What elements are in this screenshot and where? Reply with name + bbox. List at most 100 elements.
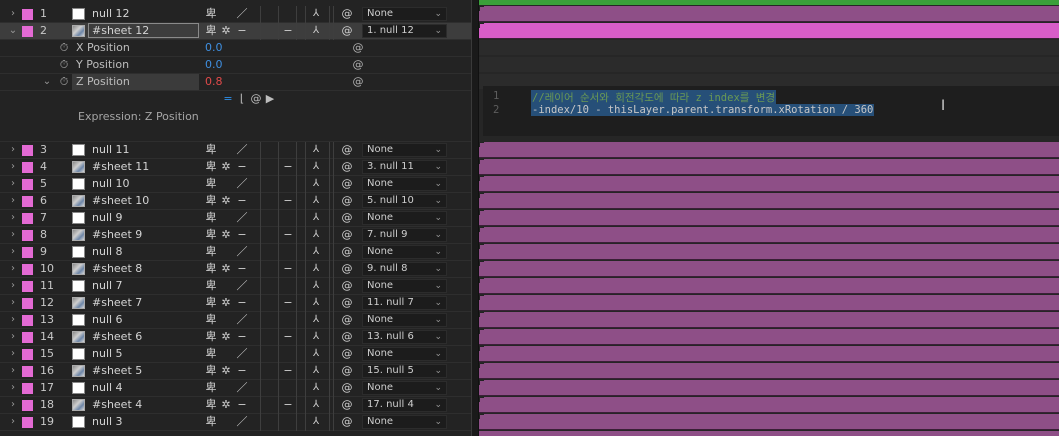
layer-duration-bar[interactable] — [479, 329, 1059, 345]
layer-name[interactable]: #sheet 4 — [92, 397, 202, 413]
parent-dropdown[interactable]: 1. null 12 ⌄ — [362, 24, 447, 38]
quality-switch-icon[interactable]: − — [235, 295, 249, 311]
parent-dropdown[interactable]: 17. null 4 ⌄ — [362, 398, 447, 412]
expression-enable-icon[interactable]: = — [222, 92, 234, 106]
hierarchy-icon[interactable]: ⅄ — [310, 363, 322, 379]
layer-row[interactable]: › 9 null 8 卑 ／ ⅄ @ None ⌄ — [0, 244, 471, 261]
layer-row[interactable]: › 3 null 11 卑 ／ ⅄ @ None ⌄ — [0, 142, 471, 159]
shy-switch-icon[interactable]: 卑 — [205, 380, 217, 396]
work-area-bar[interactable] — [479, 0, 1059, 5]
spiral-pickwhip-icon[interactable]: @ — [340, 23, 354, 39]
layer-duration-bar[interactable] — [479, 159, 1059, 175]
shy-switch-icon[interactable]: 卑 — [205, 397, 217, 413]
label-color-swatch[interactable] — [22, 315, 33, 326]
label-color-swatch[interactable] — [22, 162, 33, 173]
shy-switch-icon[interactable]: 卑 — [205, 210, 217, 226]
quality-switch-icon[interactable]: ／ — [235, 346, 249, 362]
chevron-right-icon[interactable]: › — [8, 397, 18, 413]
parent-dropdown[interactable]: None ⌄ — [362, 143, 447, 157]
label-color-swatch[interactable] — [22, 247, 33, 258]
spiral-pickwhip-icon[interactable]: @ — [340, 159, 354, 175]
spiral-pickwhip-icon[interactable]: @ — [352, 40, 364, 56]
parent-dropdown[interactable]: 11. null 7 ⌄ — [362, 296, 447, 310]
layer-name[interactable]: null 9 — [92, 210, 202, 226]
chevron-right-icon[interactable]: › — [8, 346, 18, 362]
label-color-swatch[interactable] — [22, 9, 33, 20]
property-value[interactable]: 0.0 — [205, 40, 245, 56]
label-color-swatch[interactable] — [22, 196, 33, 207]
layer-name[interactable]: #sheet 11 — [92, 159, 202, 175]
quality-switch-icon[interactable]: ／ — [235, 414, 249, 430]
hierarchy-icon[interactable]: ⅄ — [310, 346, 322, 362]
layer-name[interactable]: #sheet 7 — [92, 295, 202, 311]
label-color-swatch[interactable] — [22, 298, 33, 309]
layer-row[interactable]: ⌄ 2 #sheet 12 卑 ✲ − − ⅄ @1. null 12 ⌄ — [0, 23, 471, 40]
layer-row[interactable]: › 11 null 7 卑 ／ ⅄ @ None ⌄ — [0, 278, 471, 295]
quality-switch-icon[interactable]: ／ — [235, 6, 249, 22]
hierarchy-icon[interactable]: ⅄ — [310, 295, 322, 311]
layer-duration-bar[interactable] — [479, 346, 1059, 362]
hierarchy-icon[interactable]: ⅄ — [310, 210, 322, 226]
label-color-swatch[interactable] — [22, 366, 33, 377]
parent-dropdown[interactable]: None ⌄ — [362, 211, 447, 225]
3d-layer-switch[interactable]: − — [283, 261, 293, 277]
hierarchy-icon[interactable]: ⅄ — [310, 193, 322, 209]
parent-dropdown[interactable]: 13. null 6 ⌄ — [362, 330, 447, 344]
spiral-pickwhip-icon[interactable]: @ — [340, 312, 354, 328]
label-color-swatch[interactable] — [22, 264, 33, 275]
layer-duration-bar[interactable] — [479, 193, 1059, 209]
chevron-right-icon[interactable]: › — [8, 312, 18, 328]
layer-row[interactable]: › 12 #sheet 7 卑 ✲ − − ⅄ @11. null 7 ⌄ — [0, 295, 471, 312]
layer-row[interactable]: › 1 null 12 卑 ／ ⅄ @ None ⌄ — [0, 6, 471, 23]
layer-row[interactable]: › 13 null 6 卑 ／ ⅄ @ None ⌄ — [0, 312, 471, 329]
parent-dropdown[interactable]: None ⌄ — [362, 313, 447, 327]
spiral-pickwhip-icon[interactable]: @ — [340, 193, 354, 209]
hierarchy-icon[interactable]: ⅄ — [310, 380, 322, 396]
quality-switch-icon[interactable]: − — [235, 363, 249, 379]
layer-name[interactable]: #sheet 9 — [92, 227, 202, 243]
layer-row[interactable]: › 5 null 10 卑 ／ ⅄ @ None ⌄ — [0, 176, 471, 193]
shy-switch-icon[interactable]: 卑 — [205, 414, 217, 430]
property-row[interactable]: ⌄ ⏱ Z Position 0.8 @ — [0, 74, 471, 91]
collapse-switch-icon[interactable]: ✲ — [220, 397, 232, 413]
hierarchy-icon[interactable]: ⅄ — [310, 278, 322, 294]
code-line[interactable]: -index/10 - thisLayer.parent.transform.x… — [531, 104, 875, 116]
layer-row[interactable] — [0, 431, 471, 436]
3d-layer-switch[interactable]: − — [283, 227, 293, 243]
hierarchy-icon[interactable]: ⅄ — [310, 142, 322, 158]
spiral-pickwhip-icon[interactable]: @ — [352, 57, 364, 73]
label-color-swatch[interactable] — [22, 400, 33, 411]
layer-duration-bar[interactable] — [479, 210, 1059, 226]
collapse-switch-icon[interactable]: ✲ — [220, 295, 232, 311]
spiral-pickwhip-icon[interactable]: @ — [340, 278, 354, 294]
parent-dropdown[interactable]: None ⌄ — [362, 245, 447, 259]
3d-layer-switch[interactable]: − — [283, 193, 293, 209]
layer-name[interactable]: null 3 — [92, 414, 202, 430]
quality-switch-icon[interactable]: ／ — [235, 312, 249, 328]
layer-name[interactable]: null 8 — [92, 244, 202, 260]
3d-layer-switch[interactable]: − — [283, 159, 293, 175]
quality-switch-icon[interactable]: − — [235, 159, 249, 175]
layer-name[interactable]: null 12 — [92, 6, 202, 22]
spiral-pickwhip-icon[interactable]: @ — [340, 6, 354, 22]
parent-dropdown[interactable]: None ⌄ — [362, 415, 447, 429]
3d-layer-switch[interactable]: − — [283, 397, 293, 413]
hierarchy-icon[interactable]: ⅄ — [310, 261, 322, 277]
layer-duration-bar[interactable] — [479, 414, 1059, 430]
quality-switch-icon[interactable]: − — [235, 193, 249, 209]
parent-dropdown[interactable]: 15. null 5 ⌄ — [362, 364, 447, 378]
shy-switch-icon[interactable]: 卑 — [205, 176, 217, 192]
layer-duration-bar[interactable] — [479, 295, 1059, 311]
property-value[interactable]: 0.8 — [205, 74, 245, 90]
shy-switch-icon[interactable]: 卑 — [205, 244, 217, 260]
spiral-pickwhip-icon[interactable]: @ — [340, 210, 354, 226]
property-value[interactable]: 0.0 — [205, 57, 245, 73]
layer-row[interactable]: › 4 #sheet 11 卑 ✲ − − ⅄ @3. null 11 ⌄ — [0, 159, 471, 176]
chevron-right-icon[interactable]: › — [8, 414, 18, 430]
layer-row[interactable]: › 17 null 4 卑 ／ ⅄ @ None ⌄ — [0, 380, 471, 397]
hierarchy-icon[interactable]: ⅄ — [310, 414, 322, 430]
chevron-right-icon[interactable]: › — [8, 329, 18, 345]
spiral-pickwhip-icon[interactable]: @ — [340, 397, 354, 413]
chevron-right-icon[interactable]: › — [8, 227, 18, 243]
layer-name[interactable]: null 7 — [92, 278, 202, 294]
